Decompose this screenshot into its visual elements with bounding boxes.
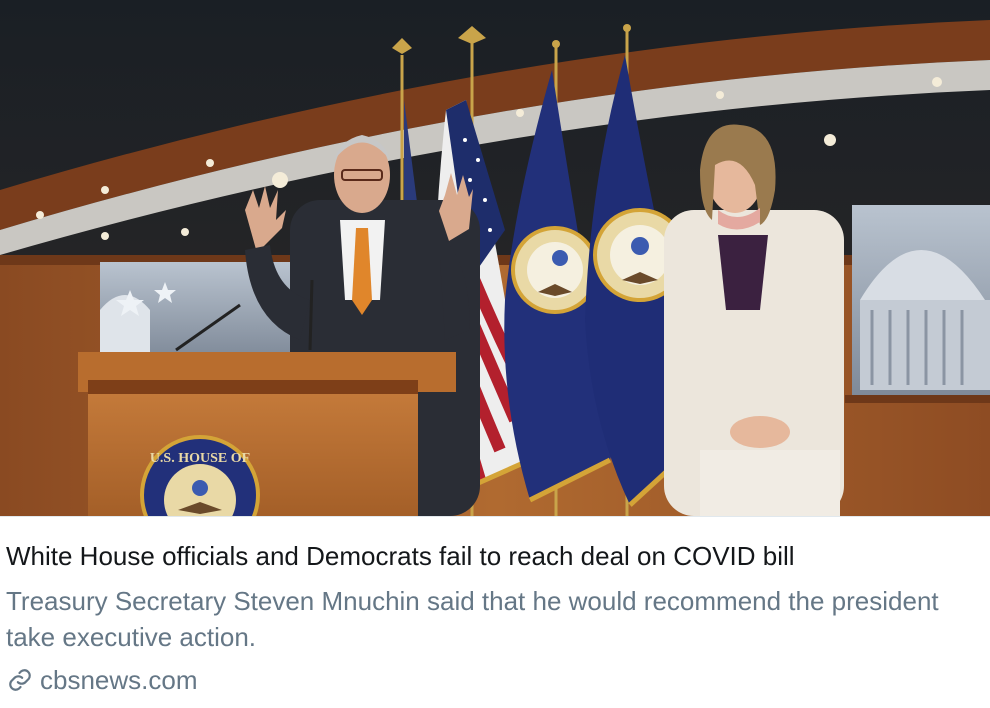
link-icon [6, 666, 34, 694]
source-link[interactable]: cbsnews.com [6, 661, 198, 699]
press-conference-photo: U.S. HOUSE OF [0, 0, 990, 516]
podium-seal-text: U.S. HOUSE OF [150, 451, 250, 466]
article-description: Treasury Secretary Steven Mnuchin said t… [6, 586, 939, 652]
article-title[interactable]: White House officials and Democrats fail… [6, 540, 986, 572]
divider [0, 516, 990, 517]
link-preview-card[interactable]: U.S. HOUSE OF White House officials and … [0, 0, 990, 708]
article-thumbnail[interactable]: U.S. HOUSE OF [0, 0, 990, 516]
source-domain: cbsnews.com [40, 664, 198, 695]
